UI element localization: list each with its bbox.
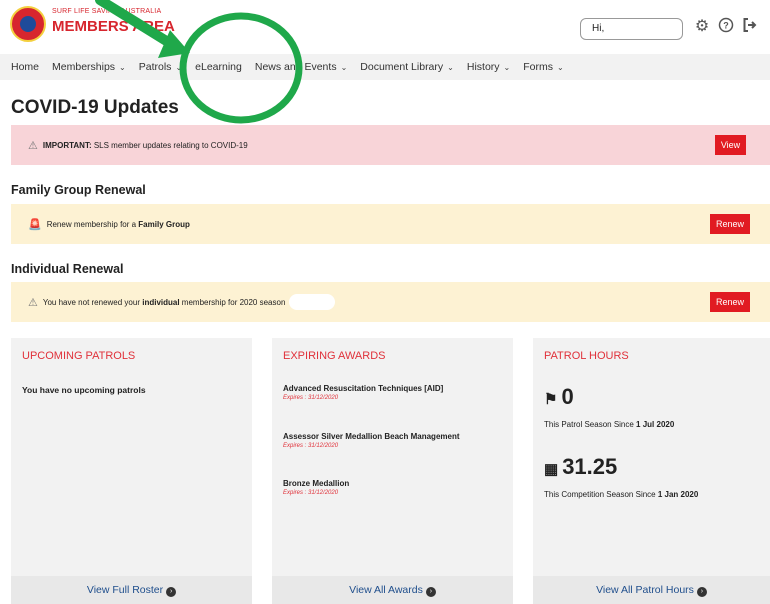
nav-history[interactable]: History ⌄: [467, 61, 510, 73]
award-expiry: Expires : 31/12/2020: [283, 490, 339, 496]
view-all-patrol-hours-link[interactable]: View All Patrol Hours ›: [533, 576, 770, 604]
award-expiry: Expires : 31/12/2020: [283, 395, 339, 401]
main-nav: Home Memberships ⌄ Patrols ⌄ eLearning New…: [0, 54, 770, 80]
user-greeting-box[interactable]: Hi,: [580, 18, 683, 40]
siren-icon: 🚨: [28, 218, 42, 231]
calendar-icon: ▦: [544, 461, 559, 478]
renew-individual-button[interactable]: Renew: [710, 292, 750, 312]
view-full-roster-link[interactable]: View Full Roster ›: [11, 576, 252, 604]
chevron-right-icon: ›: [425, 587, 436, 597]
svg-text:?: ?: [723, 21, 729, 31]
nav-patrols[interactable]: Patrols ⌄: [139, 61, 182, 73]
renew-family-button[interactable]: Renew: [710, 214, 750, 234]
nav-memberships[interactable]: Memberships ⌄: [52, 61, 126, 73]
view-all-awards-link[interactable]: View All Awards ›: [272, 576, 513, 604]
individual-renewal-alert: ⚠ You have not renewed your individual m…: [11, 282, 770, 322]
page-title: COVID-19 Updates: [11, 97, 179, 118]
top-header: SURF LIFE SAVING AUSTRALIA MEMBERS AREA …: [0, 0, 770, 52]
nav-home[interactable]: Home: [11, 61, 39, 73]
award-expiry: Expires : 31/12/2020: [283, 443, 339, 449]
no-patrols-text: You have no upcoming patrols: [22, 385, 146, 395]
individual-renewal-text: You have not renewed your individual mem…: [42, 297, 286, 307]
award-name: Bronze Medallion: [283, 479, 350, 488]
greeting-text: Hi,: [592, 23, 605, 34]
award-name: Assessor Silver Medallion Beach Manageme…: [283, 432, 460, 441]
logout-icon[interactable]: [740, 17, 760, 37]
chevron-right-icon: ›: [696, 587, 707, 597]
chevron-down-icon: ⌄: [340, 63, 348, 72]
chevron-down-icon: ⌄: [556, 63, 564, 72]
individual-renewal-title: Individual Renewal: [11, 262, 124, 276]
competition-hours-value: ▦ 31.25: [544, 454, 618, 479]
help-icon-svg: ?: [718, 17, 734, 33]
nav-elearning[interactable]: eLearning: [195, 61, 242, 73]
nav-news-events[interactable]: News and Events ⌄: [255, 61, 347, 73]
chevron-down-icon: ⌄: [119, 63, 126, 72]
covid-alert: ⚠ IMPORTANT: SLS member updates relating…: [11, 125, 770, 165]
family-renewal-alert: 🚨 Renew membership for a Family Group: [11, 204, 770, 244]
view-covid-button[interactable]: View: [715, 135, 746, 155]
nav-document-library[interactable]: Document Library ⌄: [360, 61, 454, 73]
expiring-awards-card: EXPIRING AWARDS Advanced Resuscitation T…: [272, 338, 513, 604]
help-icon[interactable]: ?: [716, 17, 736, 37]
card-title: EXPIRING AWARDS: [283, 350, 386, 362]
chevron-down-icon: ⌄: [447, 63, 454, 72]
competition-season-text: This Competition Season Since 1 Jan 2020: [544, 490, 699, 499]
patrol-hours-value: ⚑ 0: [544, 384, 574, 409]
org-name: SURF LIFE SAVING AUSTRALIA: [52, 8, 162, 15]
gear-icon[interactable]: ⚙: [692, 17, 712, 37]
upcoming-patrols-card: UPCOMING PATROLS You have no upcoming pa…: [11, 338, 252, 604]
card-title: PATROL HOURS: [544, 350, 629, 362]
family-renewal-text: Renew membership for a Family Group: [46, 219, 190, 229]
flag-icon: ⚑: [544, 391, 558, 408]
covid-alert-text: IMPORTANT: SLS member updates relating t…: [42, 140, 248, 150]
sls-logo[interactable]: [10, 6, 46, 42]
award-name: Advanced Resuscitation Techniques [AID]: [283, 384, 444, 393]
warning-icon: ⚠: [28, 296, 38, 309]
chevron-down-icon: ⌄: [175, 63, 183, 72]
chevron-right-icon: ›: [166, 587, 177, 597]
chevron-down-icon: ⌄: [503, 63, 511, 72]
patrol-hours-card: PATROL HOURS ⚑ 0 This Patrol Season Since…: [533, 338, 770, 604]
family-renewal-title: Family Group Renewal: [11, 183, 146, 197]
redacted-block: [289, 294, 336, 310]
logout-icon-svg: [743, 18, 757, 32]
nav-forms[interactable]: Forms ⌄: [523, 61, 563, 73]
card-title: UPCOMING PATROLS: [22, 350, 136, 362]
app-title[interactable]: MEMBERS AREA: [52, 18, 175, 35]
warning-icon: ⚠: [28, 139, 38, 152]
patrol-season-text: This Patrol Season Since 1 Jul 2020: [544, 420, 675, 429]
